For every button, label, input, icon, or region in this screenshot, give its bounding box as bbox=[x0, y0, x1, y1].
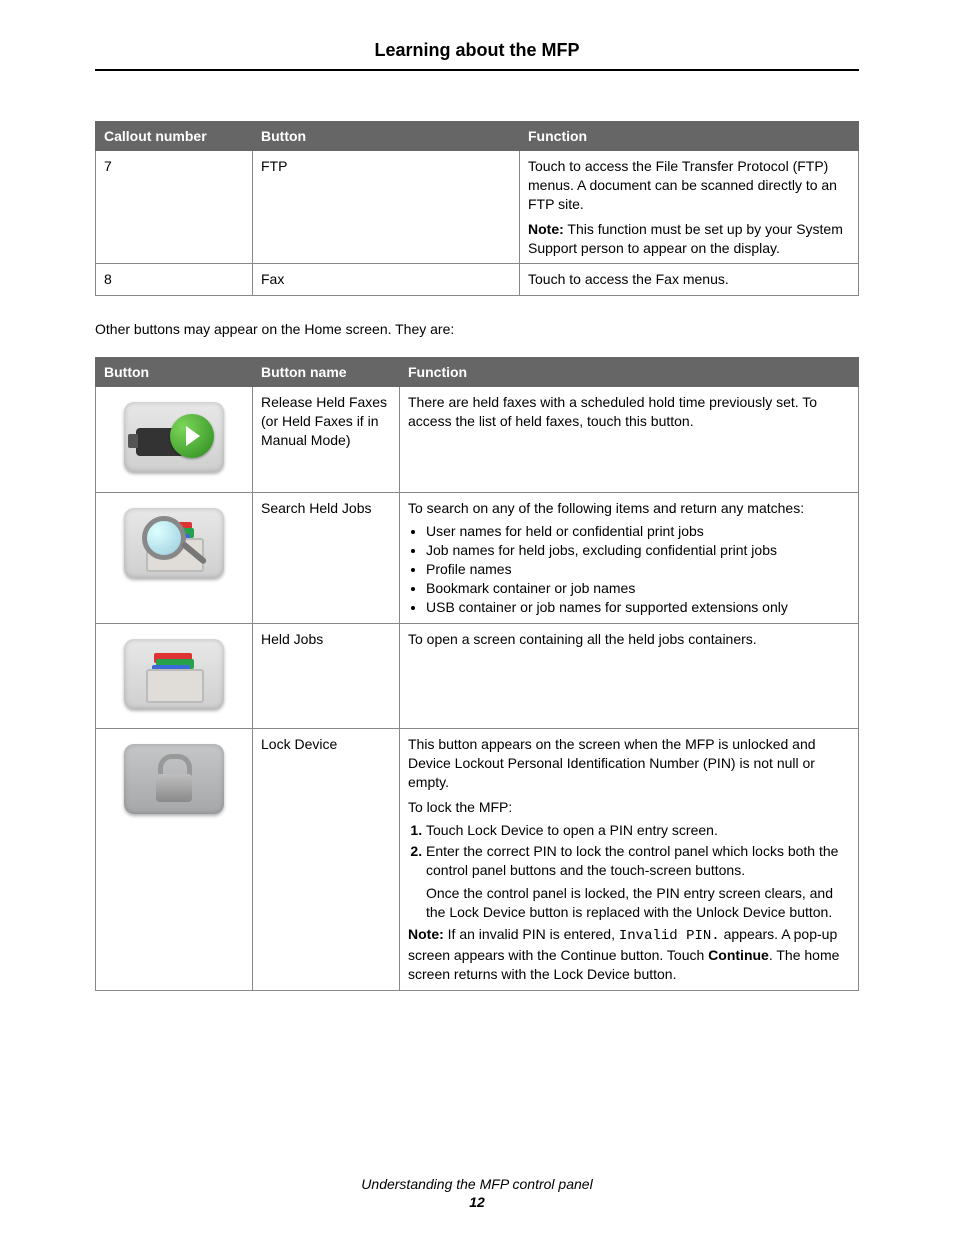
lock-steps: Touch Lock Device to open a PIN entry sc… bbox=[408, 821, 850, 921]
note-label: Note: bbox=[408, 926, 444, 942]
page-footer: Understanding the MFP control panel 12 bbox=[0, 1176, 954, 1210]
cell-button: FTP bbox=[253, 151, 520, 264]
list-item: Bookmark container or job names bbox=[426, 579, 850, 598]
cell-button-name: Lock Device bbox=[253, 729, 400, 991]
search-lead: To search on any of the following items … bbox=[408, 499, 850, 518]
search-bullets: User names for held or confidential prin… bbox=[408, 522, 850, 616]
cell-icon bbox=[96, 623, 253, 729]
cell-button-name: Search Held Jobs bbox=[253, 493, 400, 623]
table-header-row: Callout number Button Function bbox=[96, 122, 859, 151]
search-held-jobs-icon bbox=[124, 508, 224, 578]
intro-text: Other buttons may appear on the Home scr… bbox=[95, 321, 859, 337]
table-header-row: Button Button name Function bbox=[96, 358, 859, 387]
table-row: Search Held Jobs To search on any of the… bbox=[96, 493, 859, 623]
lock-device-icon bbox=[124, 744, 224, 814]
step-1-bold: Lock Device bbox=[467, 822, 543, 838]
lock-p2: To lock the MFP: bbox=[408, 798, 850, 817]
table-row: Lock Device This button appears on the s… bbox=[96, 729, 859, 991]
th-button: Button bbox=[96, 358, 253, 387]
cell-callout: 8 bbox=[96, 264, 253, 296]
th-name: Button name bbox=[253, 358, 400, 387]
lock-p1: This button appears on the screen when t… bbox=[408, 735, 850, 792]
step-1-pre: Touch bbox=[426, 822, 467, 838]
note-bold: Continue bbox=[708, 947, 769, 963]
cell-button: Fax bbox=[253, 264, 520, 296]
release-held-faxes-icon bbox=[124, 402, 224, 472]
list-item: USB container or job names for supported… bbox=[426, 598, 850, 617]
function-text: Touch to access the File Transfer Protoc… bbox=[528, 157, 850, 214]
footer-page-number: 12 bbox=[0, 1194, 954, 1210]
cell-function: Touch to access the File Transfer Protoc… bbox=[520, 151, 859, 264]
step-2-sub: Once the control panel is locked, the PI… bbox=[426, 884, 850, 922]
list-item: User names for held or confidential prin… bbox=[426, 522, 850, 541]
step-1-post: to open a PIN entry screen. bbox=[544, 822, 718, 838]
cell-callout: 7 bbox=[96, 151, 253, 264]
th-callout: Callout number bbox=[96, 122, 253, 151]
footer-section: Understanding the MFP control panel bbox=[361, 1176, 592, 1192]
cell-function: There are held faxes with a scheduled ho… bbox=[400, 387, 859, 493]
table-row: 7 FTP Touch to access the File Transfer … bbox=[96, 151, 859, 264]
held-jobs-icon bbox=[124, 639, 224, 709]
lock-note: Note: If an invalid PIN is entered, Inva… bbox=[408, 925, 850, 984]
note-code: Invalid PIN. bbox=[619, 928, 720, 944]
step-1: Touch Lock Device to open a PIN entry sc… bbox=[426, 821, 850, 840]
table-row: Release Held Faxes (or Held Faxes if in … bbox=[96, 387, 859, 493]
note-text: This function must be set up by your Sys… bbox=[528, 221, 843, 256]
cell-function: This button appears on the screen when t… bbox=[400, 729, 859, 991]
buttons-table: Button Button name Function Release Held… bbox=[95, 357, 859, 991]
step-2-text: Enter the correct PIN to lock the contro… bbox=[426, 843, 838, 878]
function-note: Note: This function must be set up by yo… bbox=[528, 220, 850, 258]
table-row: Held Jobs To open a screen containing al… bbox=[96, 623, 859, 729]
step-2: Enter the correct PIN to lock the contro… bbox=[426, 842, 850, 922]
page-title: Learning about the MFP bbox=[95, 40, 859, 71]
cell-icon bbox=[96, 493, 253, 623]
cell-button-name: Release Held Faxes (or Held Faxes if in … bbox=[253, 387, 400, 493]
cell-button-name: Held Jobs bbox=[253, 623, 400, 729]
cell-function: To search on any of the following items … bbox=[400, 493, 859, 623]
cell-function: To open a screen containing all the held… bbox=[400, 623, 859, 729]
note-label: Note: bbox=[528, 221, 564, 237]
th-function: Function bbox=[400, 358, 859, 387]
note-a: If an invalid PIN is entered, bbox=[444, 926, 619, 942]
th-button: Button bbox=[253, 122, 520, 151]
cell-function: Touch to access the Fax menus. bbox=[520, 264, 859, 296]
list-item: Job names for held jobs, excluding confi… bbox=[426, 541, 850, 560]
th-function: Function bbox=[520, 122, 859, 151]
cell-icon bbox=[96, 729, 253, 991]
callout-table: Callout number Button Function 7 FTP Tou… bbox=[95, 121, 859, 296]
list-item: Profile names bbox=[426, 560, 850, 579]
cell-icon bbox=[96, 387, 253, 493]
table-row: 8 Fax Touch to access the Fax menus. bbox=[96, 264, 859, 296]
